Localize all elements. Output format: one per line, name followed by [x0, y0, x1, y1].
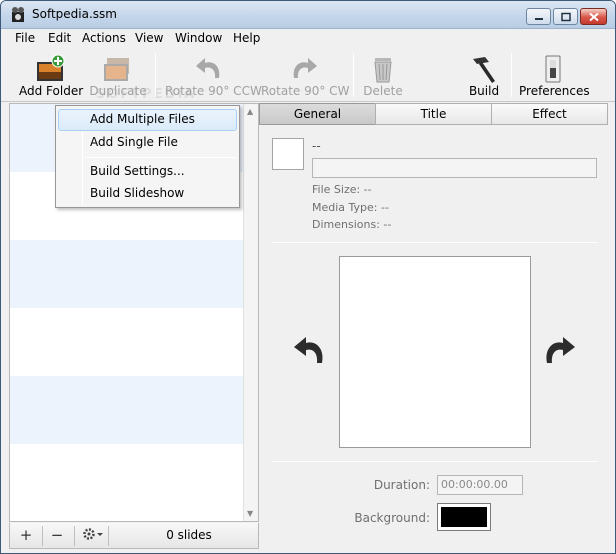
list-bottom-bar: + − 0 slides: [9, 523, 259, 549]
list-scrollbar[interactable]: ▲ ▼: [243, 104, 258, 521]
title-bar[interactable]: Softpedia.ssm: [1, 1, 615, 29]
preferences-label: Preferences: [519, 84, 590, 98]
menu-add-multiple-files[interactable]: Add Multiple Files: [58, 109, 237, 131]
toolbar-separator: [155, 53, 156, 97]
bottom-bar-separator: [42, 526, 43, 546]
menu-build-slideshow[interactable]: Build Slideshow: [58, 183, 237, 205]
background-label: Background:: [354, 511, 430, 525]
maximize-button[interactable]: [553, 8, 578, 25]
remove-slide-button[interactable]: −: [46, 527, 68, 545]
divider: [272, 242, 598, 243]
divider: [272, 461, 598, 462]
inspector-tabs: General Title Effect: [259, 103, 608, 125]
bottom-bar-separator: [108, 526, 109, 546]
media-type: Media Type: --: [312, 201, 389, 214]
add-folder-label: Add Folder: [19, 84, 84, 98]
delete-button[interactable]: Delete: [361, 49, 405, 101]
image-preview: [339, 256, 531, 448]
file-title: --: [312, 139, 321, 153]
window-controls: [526, 8, 607, 25]
scroll-up-icon[interactable]: ▲: [247, 107, 253, 116]
slide-count: 0 slides: [166, 528, 212, 542]
maximize-icon: [560, 12, 571, 21]
trash-icon: [374, 58, 392, 83]
duration-field[interactable]: 00:00:00.00: [437, 475, 523, 495]
toolbar: SOFTPEDIA Add Folder Duplicate Rotate 90…: [1, 49, 615, 102]
file-size: File Size: --: [312, 183, 372, 196]
duplicate-icon: [104, 58, 129, 81]
tab-general[interactable]: General: [259, 103, 376, 125]
rotate-cw-icon: [293, 58, 317, 78]
toolbar-separator: [511, 53, 512, 97]
switch-icon: [545, 55, 561, 83]
build-button[interactable]: Build: [463, 49, 505, 101]
rotate-left-icon[interactable]: [292, 335, 328, 367]
menu-bar: File Edit Actions View Window Help: [1, 29, 615, 49]
duration-label: Duration:: [373, 478, 430, 492]
add-dropdown-menu: Add Multiple Files Add Single File Build…: [55, 105, 240, 208]
menu-actions[interactable]: Actions: [82, 29, 126, 49]
rotate-cw-label: Rotate 90° CW: [261, 84, 350, 98]
add-folder-button[interactable]: Add Folder: [19, 49, 83, 101]
rotate-ccw-button[interactable]: Rotate 90° CCW: [165, 49, 262, 101]
menu-build-settings[interactable]: Build Settings...: [58, 161, 237, 183]
scroll-down-icon[interactable]: ▼: [247, 509, 253, 518]
add-slide-button[interactable]: +: [15, 527, 37, 545]
list-row[interactable]: [10, 308, 243, 376]
bottom-bar-separator: [74, 526, 75, 546]
preferences-button[interactable]: Preferences: [519, 49, 590, 101]
hammer-icon: [473, 57, 495, 83]
menu-add-single-file[interactable]: Add Single File: [58, 132, 237, 154]
toolbar-separator: [353, 53, 354, 97]
duplicate-label: Duplicate: [89, 84, 147, 98]
list-row[interactable]: [10, 240, 243, 308]
rotate-cw-button[interactable]: Rotate 90° CW: [261, 49, 350, 101]
list-row[interactable]: [10, 444, 243, 512]
general-panel: -- File Size: -- Media Type: -- Dimensio…: [259, 125, 608, 549]
menu-file[interactable]: File: [15, 29, 35, 49]
rotate-ccw-icon: [196, 58, 220, 78]
menu-separator: [86, 157, 236, 158]
dimensions: Dimensions: --: [312, 218, 392, 231]
list-row[interactable]: [10, 376, 243, 444]
add-folder-icon: [37, 54, 65, 81]
file-name-field[interactable]: [312, 158, 597, 178]
delete-label: Delete: [363, 84, 403, 98]
window-title: Softpedia.ssm: [32, 7, 117, 21]
close-button[interactable]: [580, 8, 607, 25]
app-window: Softpedia.ssm File Edit Actions View Win…: [0, 0, 616, 554]
rotate-ccw-label: Rotate 90° CCW: [165, 84, 262, 98]
file-thumbnail: [272, 138, 304, 170]
gear-icon: [83, 528, 103, 540]
menu-view[interactable]: View: [135, 29, 163, 49]
minimize-icon: [534, 17, 543, 20]
rotate-right-icon[interactable]: [541, 335, 577, 367]
menu-edit[interactable]: Edit: [48, 29, 71, 49]
minimize-button[interactable]: [526, 8, 551, 25]
background-color-swatch[interactable]: [437, 503, 491, 531]
menu-help[interactable]: Help: [233, 29, 260, 49]
gear-menu-button[interactable]: [80, 527, 106, 545]
tab-title[interactable]: Title: [375, 103, 492, 125]
close-icon: [588, 12, 599, 21]
duplicate-button[interactable]: Duplicate: [89, 49, 147, 101]
tab-effect[interactable]: Effect: [491, 103, 608, 125]
menu-window[interactable]: Window: [175, 29, 222, 49]
app-icon: [12, 7, 24, 22]
build-label: Build: [468, 84, 500, 98]
background-color-fill: [441, 507, 487, 527]
